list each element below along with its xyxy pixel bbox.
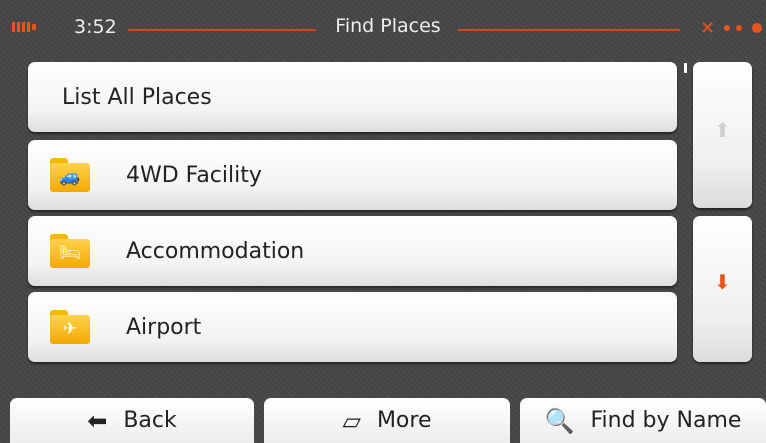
list-item-label: List All Places bbox=[62, 84, 212, 110]
scroll-down-arrow-icon: ⬇ bbox=[714, 270, 731, 294]
list-item-list-all-places[interactable]: List All Places bbox=[28, 62, 677, 132]
more-button-label: More bbox=[376, 408, 432, 433]
find-by-name-button-label: Find by Name bbox=[590, 408, 742, 433]
battery-icon bbox=[12, 21, 36, 33]
back-button[interactable]: ⬅ Back bbox=[10, 398, 254, 443]
status-bar: 3:52 Find Places ✕ bbox=[0, 0, 766, 58]
arrow-left-icon: ⬅ bbox=[87, 406, 108, 435]
airplane-icon: ✈ bbox=[50, 310, 90, 344]
list-item-accommodation[interactable]: 🛏 Accommodation bbox=[28, 216, 677, 286]
bottom-toolbar: ⬅ Back ▱ More 🔍 Find by Name bbox=[0, 398, 766, 443]
title-divider-right bbox=[458, 29, 680, 31]
list-item-label: Airport bbox=[126, 314, 202, 340]
jeep-icon: 🚙 bbox=[50, 158, 90, 192]
list-item-airport[interactable]: ✈ Airport bbox=[28, 292, 677, 362]
find-by-name-button[interactable]: 🔍 Find by Name bbox=[520, 398, 766, 443]
more-button[interactable]: ▱ More bbox=[264, 398, 510, 443]
scroll-position-marker bbox=[684, 63, 687, 73]
more-icon: ▱ bbox=[342, 406, 361, 435]
gps-signal-dot bbox=[736, 25, 742, 31]
scroll-up-button[interactable]: ⬆ bbox=[693, 62, 752, 208]
list-item-4wd-facility[interactable]: 🚙 4WD Facility bbox=[28, 140, 677, 210]
back-button-label: Back bbox=[123, 408, 177, 433]
bed-icon: 🛏 bbox=[50, 234, 90, 268]
list-item-label: 4WD Facility bbox=[126, 162, 262, 188]
clock: 3:52 bbox=[74, 16, 117, 38]
scroll-up-arrow-icon: ⬆ bbox=[714, 118, 731, 142]
title-divider-left bbox=[128, 29, 316, 31]
gps-signal-dot bbox=[752, 23, 762, 33]
page-title: Find Places bbox=[335, 15, 441, 37]
list-item-label: Accommodation bbox=[126, 238, 305, 264]
satellite-icon: ✕ bbox=[700, 18, 716, 39]
scroll-down-button[interactable]: ⬇ bbox=[693, 216, 752, 362]
search-icon: 🔍 bbox=[544, 406, 575, 435]
gps-signal-dot bbox=[724, 25, 730, 31]
